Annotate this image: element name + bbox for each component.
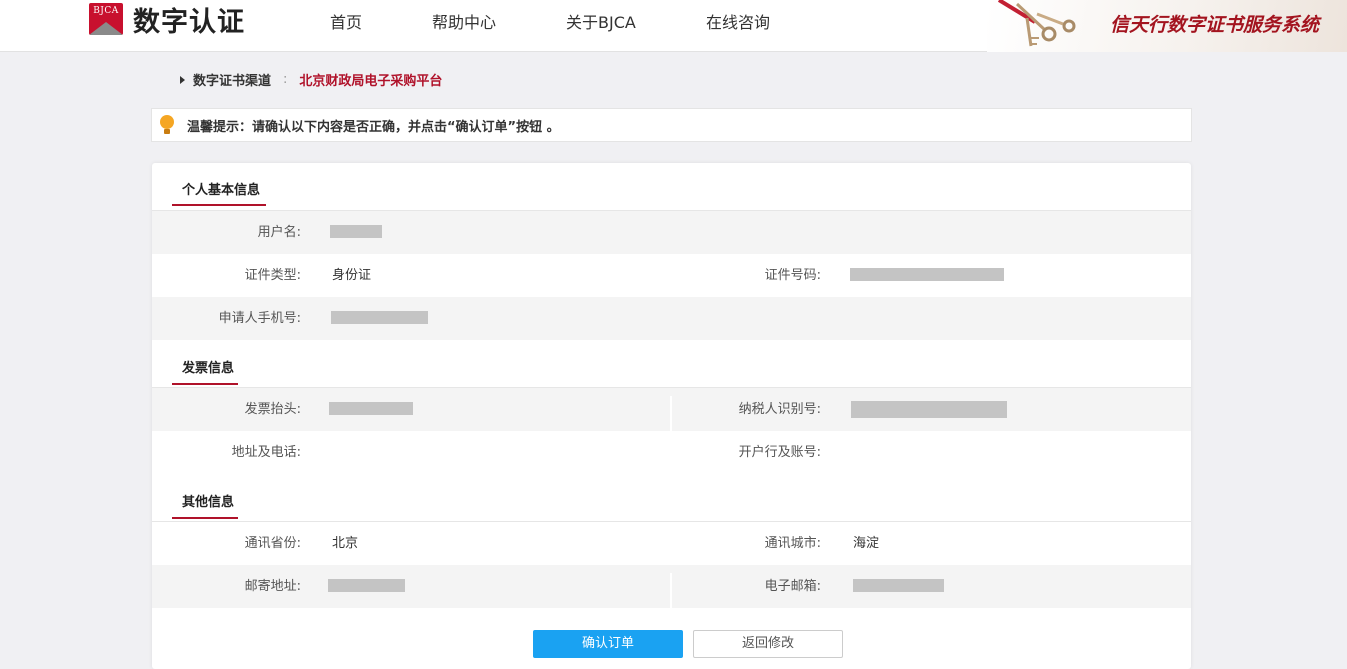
row-invoice-title: 发票抬头: 纳税人识别号:: [152, 388, 1191, 432]
id-type-value: 身份证: [332, 268, 372, 283]
nav-about-bjca[interactable]: 关于BJCA: [566, 9, 636, 33]
id-number-value-masked: [850, 268, 1004, 281]
logo-text: 数字认证: [133, 6, 245, 38]
section-title-invoice: 发票信息: [182, 361, 235, 376]
id-type-label: 证件类型:: [244, 268, 301, 283]
taxpayer-id-label: 纳税人识别号:: [738, 402, 821, 417]
city-value: 海淀: [853, 536, 880, 551]
row-invoice-address: 地址及电话: 开户行及账号:: [152, 431, 1191, 474]
keys-icon: [997, 0, 1076, 47]
row-contact: 邮寄地址: 电子邮箱:: [152, 565, 1191, 609]
breadcrumb-separator: :: [283, 72, 288, 87]
mail-address-label: 邮寄地址:: [244, 579, 301, 594]
email-label: 电子邮箱:: [764, 579, 821, 594]
nav-home[interactable]: 首页: [330, 9, 362, 33]
province-value: 北京: [332, 536, 359, 551]
bjca-logo-icon: BJCA: [89, 3, 123, 35]
nav-online-consult[interactable]: 在线咨询: [706, 9, 770, 33]
invoice-title-value-masked: [329, 402, 413, 415]
province-label: 通讯省份:: [244, 536, 301, 551]
address-phone-label: 地址及电话:: [231, 445, 301, 460]
banner-title: 信天行数字证书服务系统: [1109, 14, 1319, 36]
confirm-order-button[interactable]: 确认订单: [533, 630, 683, 658]
top-header: BJCA 数字认证 首页 帮助中心 关于BJCA 在线咨询 信天行数字证书服务系…: [0, 0, 1347, 52]
breadcrumb: 数字证书渠道 : 北京财政局电子采购平台: [180, 70, 442, 89]
back-edit-button[interactable]: 返回修改: [693, 630, 843, 658]
section-title-other: 其他信息: [182, 495, 235, 510]
city-label: 通讯城市:: [764, 536, 821, 551]
row-id: 证件类型: 身份证 证件号码:: [152, 254, 1191, 297]
username-value-masked: [330, 225, 382, 238]
system-banner: 信天行数字证书服务系统: [987, 0, 1347, 52]
id-number-label: 证件号码:: [764, 268, 821, 283]
row-username: 用户名:: [152, 211, 1191, 254]
breadcrumb-label: 数字证书渠道: [193, 74, 272, 89]
row-phone: 申请人手机号:: [152, 297, 1191, 340]
email-value-masked: [853, 579, 944, 592]
logo-badge-text: BJCA: [93, 6, 119, 16]
bjca-logo[interactable]: BJCA 数字认证: [89, 3, 245, 38]
lightbulb-icon: [160, 115, 174, 135]
caret-right-icon: [180, 75, 185, 84]
row-region: 通讯省份: 北京 通讯城市: 海淀: [152, 522, 1191, 565]
mail-address-value-masked: [328, 579, 405, 592]
breadcrumb-channel[interactable]: 北京财政局电子采购平台: [299, 70, 442, 89]
phone-label: 申请人手机号:: [218, 311, 301, 326]
notice-tip-text: 温馨提示：请确认以下内容是否正确，并点击“确认订单”按钮 。: [187, 119, 560, 135]
nav-help-center[interactable]: 帮助中心: [432, 9, 496, 33]
bank-account-label: 开户行及账号:: [738, 445, 821, 460]
taxpayer-id-value-masked: [851, 401, 1007, 418]
order-confirm-panel: 个人基本信息 用户名: 证件类型: 身份证 证件号码: 申请人手机号: 发票信息…: [152, 163, 1191, 669]
username-label: 用户名:: [257, 225, 301, 240]
section-title-personal: 个人基本信息: [182, 183, 261, 198]
phone-value-masked: [331, 311, 428, 324]
invoice-title-label: 发票抬头:: [244, 402, 301, 417]
notice-tip: 温馨提示：请确认以下内容是否正确，并点击“确认订单”按钮 。: [151, 108, 1192, 142]
